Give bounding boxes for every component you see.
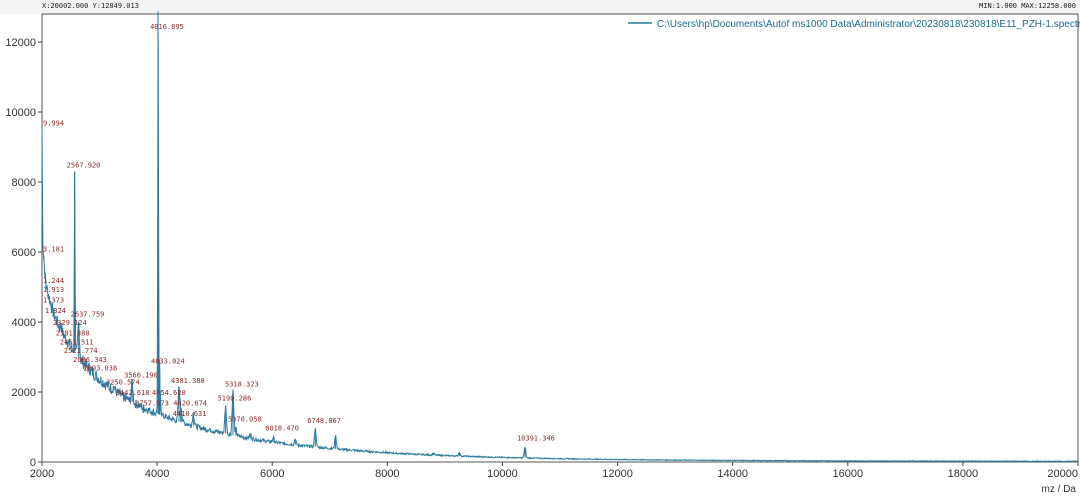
x-tick-label: 12000 — [602, 468, 633, 480]
x-tick-label: 2000 — [30, 468, 54, 480]
peak-label: 6018.470 — [265, 425, 299, 433]
peak-label: 4410.631 — [173, 410, 207, 418]
peak-label: 2381.380 — [56, 330, 90, 338]
peak-label: 5318.323 — [225, 380, 259, 388]
peak-label: 4033.024 — [151, 358, 185, 366]
y-tick-label: 2000 — [12, 387, 36, 399]
peak-label: 3250.574 — [106, 379, 140, 387]
peak-label: 2637.759 — [71, 310, 105, 318]
x-tick-label: 20000 — [1047, 468, 1078, 480]
peak-label: 2521.774 — [64, 347, 98, 355]
peak-label: 4381.388 — [171, 377, 205, 385]
peak-label: 2329.124 — [53, 319, 87, 327]
peak-label: 4016.895 — [150, 23, 184, 31]
x-tick-label: 4000 — [145, 468, 169, 480]
peak-label: 1.324 — [45, 307, 66, 315]
peak-label: 1.913 — [43, 286, 64, 294]
peak-label: 3442.618 — [116, 389, 150, 397]
spectrum-chart[interactable]: 020004000600080001000012000 2000 4000 6000… — [0, 0, 1080, 503]
x-tick-label: 14000 — [717, 468, 748, 480]
peak-label: 3.181 — [43, 246, 64, 254]
peak-label: 1.373 — [43, 296, 64, 304]
plot-area[interactable] — [41, 13, 1079, 463]
legend-entry: C:\Users\hp\Documents\Autof ms1000 Data\… — [657, 19, 1080, 30]
x-axis: 2000 4000 6000 8000 10000 12000 14000 16000 1800… — [30, 462, 1079, 480]
x-tick-label: 16000 — [832, 468, 863, 480]
y-tick-label: 12000 — [5, 37, 36, 49]
peak-label: 9.994 — [43, 120, 64, 128]
legend: C:\Users\hp\Documents\Autof ms1000 Data\… — [628, 19, 1080, 30]
peak-label: 4054.620 — [152, 389, 186, 397]
peak-label: 5190.286 — [218, 394, 252, 402]
x-tick-label: 10000 — [487, 468, 518, 480]
x-axis-title: mz / Da — [1042, 484, 1077, 495]
peak-label: 2567.920 — [67, 162, 101, 170]
y-axis: 020004000600080001000012000 — [5, 37, 42, 469]
peak-label: 3757.673 — [135, 400, 169, 408]
x-tick-label: 18000 — [948, 468, 979, 480]
y-tick-label: 10000 — [5, 107, 36, 119]
peak-label: 2686.343 — [73, 356, 107, 364]
peak-label: 10391.346 — [517, 435, 555, 443]
y-tick-label: 8000 — [12, 177, 36, 189]
peak-label: 1.244 — [43, 277, 64, 285]
y-tick-label: 4000 — [12, 317, 36, 329]
peak-label: 2451.511 — [60, 338, 94, 346]
peak-label: 2893.038 — [83, 365, 117, 373]
x-tick-label: 8000 — [375, 468, 399, 480]
peak-label: 4420.674 — [173, 400, 207, 408]
peak-label: 5370.058 — [228, 415, 262, 423]
y-tick-label: 6000 — [12, 247, 36, 259]
x-tick-label: 6000 — [260, 468, 284, 480]
peak-label: 6748.867 — [307, 417, 341, 425]
